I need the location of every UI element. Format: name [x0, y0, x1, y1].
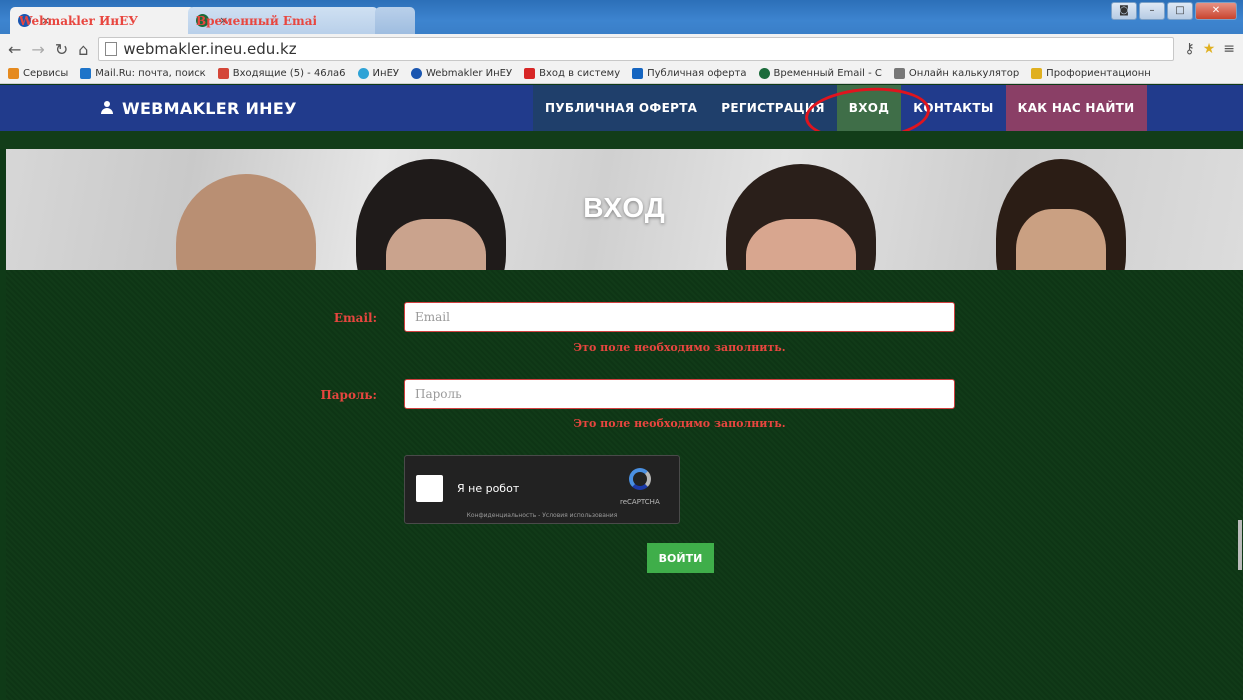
hero-photo-face	[386, 219, 486, 270]
browser-toolbar: ← → ↻ ⌂ webmakler.ineu.edu.kz ⚷ ★ ≡	[0, 34, 1243, 64]
nav-item-oferta[interactable]: ПУБЛИЧНАЯ ОФЕРТА	[533, 85, 710, 131]
login-red-icon	[524, 68, 536, 79]
email-label: Email:	[333, 311, 377, 325]
gmail-icon	[217, 68, 229, 79]
password-field[interactable]: Пароль	[404, 379, 955, 409]
url-text: webmakler.ineu.edu.kz	[123, 40, 297, 58]
login-submit-button[interactable]: ВОЙТИ	[647, 543, 714, 573]
user-icon	[100, 101, 114, 115]
forward-icon[interactable]: →	[31, 40, 44, 59]
hero-photo-face	[746, 219, 856, 270]
password-error-message: Это поле необходимо заполнить.	[573, 417, 786, 430]
browser-tabstrip: Webmakler ИнЕУ × Временный Email - Однол…	[0, 0, 1243, 34]
bookmark-item[interactable]: Профориентационн	[1031, 68, 1151, 79]
bookmark-star-icon[interactable]: ★	[1203, 41, 1216, 57]
nav-item-find-us[interactable]: КАК НАС НАЙТИ	[1005, 85, 1147, 131]
header-divider	[0, 131, 1243, 149]
brand-label: WEBMAKLER ИНЕУ	[122, 98, 297, 118]
profile-icon[interactable]: ◙	[1111, 2, 1137, 20]
reload-icon[interactable]: ↻	[55, 40, 68, 59]
maximize-button[interactable]: □	[1167, 2, 1193, 20]
site-navbar: WEBMAKLER ИНЕУ ПУБЛИЧНАЯ ОФЕРТА РЕГИСТРА…	[0, 85, 1243, 131]
bookmark-item[interactable]: Webmakler ИнЕУ	[410, 68, 512, 79]
recaptcha-logo-icon	[629, 468, 651, 490]
home-icon[interactable]: ⌂	[78, 40, 88, 59]
recaptcha-checkbox[interactable]	[416, 475, 443, 502]
page-title: ВХОД	[583, 192, 666, 223]
tab-label: Временный Email - Однол	[196, 13, 316, 28]
calculator-icon	[893, 68, 905, 79]
bookmark-item[interactable]: Временный Email - С	[758, 68, 882, 79]
bookmark-item[interactable]: Публичная оферта	[632, 68, 747, 79]
recaptcha-terms-link[interactable]: Конфиденциальность - Условия использован…	[405, 512, 679, 519]
browser-tab-active[interactable]: Webmakler ИнЕУ ×	[10, 7, 195, 34]
mailru-icon	[80, 68, 92, 79]
site-brand[interactable]: WEBMAKLER ИНЕУ	[100, 85, 297, 131]
bookmark-item[interactable]: Вход в систему	[524, 68, 620, 79]
window-controls: ◙ – □ ✕	[1111, 2, 1237, 20]
email-error-message: Это поле необходимо заполнить.	[573, 341, 786, 354]
ineu-icon	[357, 68, 369, 79]
recaptcha-widget: Я не робот reCAPTCHA Конфиденциальность …	[404, 455, 680, 524]
browser-tab-inactive[interactable]: Временный Email - Однол ×	[188, 7, 378, 34]
back-icon[interactable]: ←	[8, 40, 21, 59]
bookmark-item[interactable]: Входящие (5) - 46ла6	[217, 68, 346, 79]
webmakler-icon	[410, 68, 422, 79]
page-icon	[105, 42, 118, 56]
recaptcha-label: Я не робот	[457, 482, 520, 495]
new-tab-button[interactable]	[375, 7, 415, 34]
tab-label: Webmakler ИнЕУ	[18, 13, 138, 28]
email-field[interactable]: Email	[404, 302, 955, 332]
apps-grid-icon	[8, 68, 19, 79]
close-window-button[interactable]: ✕	[1195, 2, 1237, 20]
password-label: Пароль:	[320, 388, 377, 402]
menu-icon[interactable]: ≡	[1223, 41, 1235, 57]
hero-banner: ВХОД	[6, 149, 1243, 270]
bookmarks-bar: Сервисы Mail.Ru: почта, поиск Входящие (…	[0, 64, 1243, 84]
address-bar[interactable]: webmakler.ineu.edu.kz	[98, 37, 1175, 61]
recaptcha-brand: reCAPTCHA	[620, 498, 660, 506]
key-icon[interactable]: ⚷	[1184, 41, 1194, 57]
bookmark-item[interactable]: Сервисы	[8, 68, 68, 79]
bookmark-item[interactable]: Mail.Ru: почта, поиск	[80, 68, 206, 79]
scrollbar-thumb[interactable]	[1238, 520, 1242, 570]
career-icon	[1031, 68, 1043, 79]
bookmark-item[interactable]: ИнЕУ	[357, 68, 399, 79]
bookmark-item[interactable]: Онлайн калькулятор	[893, 68, 1019, 79]
minimize-button[interactable]: –	[1139, 2, 1165, 20]
l-icon	[632, 68, 644, 79]
tempmail-icon	[758, 68, 770, 79]
